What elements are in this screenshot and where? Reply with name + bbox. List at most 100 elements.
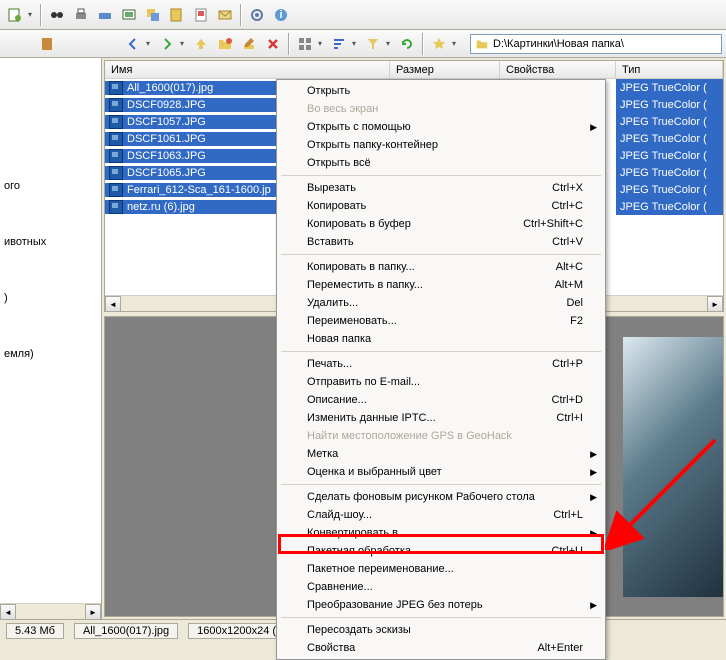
file-type: JPEG TrueColor ( xyxy=(616,164,723,181)
menu-separator xyxy=(281,254,601,255)
menu-item[interactable]: Сделать фоновым рисунком Рабочего стола▶ xyxy=(279,488,603,506)
menu-item-label: Метка xyxy=(307,448,583,460)
jpeg-file-icon xyxy=(109,149,123,163)
menu-item-shortcut: Ctrl+L xyxy=(553,509,583,521)
col-name[interactable]: Имя xyxy=(105,61,390,78)
menu-item[interactable]: Конвертировать в▶ xyxy=(279,524,603,542)
batch-icon[interactable] xyxy=(142,4,164,26)
tree-item[interactable]: емля) xyxy=(0,346,101,362)
menu-item[interactable]: Переименовать...F2 xyxy=(279,312,603,330)
menu-item-label: Изменить данные IPTC... xyxy=(307,412,556,424)
menu-item-label: Пакетная обработка... xyxy=(307,545,552,557)
file-name: netz.ru (6).jpg xyxy=(127,201,195,213)
tree-item[interactable]: ивотных xyxy=(0,234,101,250)
menu-item[interactable]: Изменить данные IPTC...Ctrl+I xyxy=(279,409,603,427)
menu-item[interactable]: Отправить по E-mail... xyxy=(279,373,603,391)
menu-item-shortcut: Alt+C xyxy=(556,261,583,273)
menu-item[interactable]: Печать...Ctrl+P xyxy=(279,355,603,373)
menu-item[interactable]: Метка▶ xyxy=(279,445,603,463)
menu-item[interactable]: СвойстваAlt+Enter xyxy=(279,639,603,657)
col-type[interactable]: Тип xyxy=(616,61,723,78)
tree-item[interactable]: ) xyxy=(0,290,101,306)
menu-item-label: Слайд-шоу... xyxy=(307,509,553,521)
convert-icon[interactable] xyxy=(166,4,188,26)
refresh-icon[interactable] xyxy=(396,33,418,55)
menu-item: Найти местоположение GPS в GeoHack xyxy=(279,427,603,445)
print-icon[interactable] xyxy=(70,4,92,26)
menu-item-shortcut: F2 xyxy=(570,315,583,327)
menu-item[interactable]: Копировать в папку...Alt+C xyxy=(279,258,603,276)
menu-separator xyxy=(281,351,601,352)
menu-item-label: Преобразование JPEG без потерь xyxy=(307,599,583,611)
book-icon[interactable] xyxy=(36,33,58,55)
sort-icon[interactable] xyxy=(328,33,350,55)
menu-item[interactable]: ВставитьCtrl+V xyxy=(279,233,603,251)
delete-icon[interactable] xyxy=(262,33,284,55)
email-icon[interactable] xyxy=(214,4,236,26)
rename-icon[interactable] xyxy=(238,33,260,55)
tree-scrollbar[interactable]: ◄► xyxy=(0,603,101,619)
col-props[interactable]: Свойства xyxy=(500,61,616,78)
menu-item[interactable]: Пересоздать эскизы xyxy=(279,621,603,639)
settings-icon[interactable] xyxy=(246,4,268,26)
file-type: JPEG TrueColor ( xyxy=(616,96,723,113)
tree-panel: ого ивотных) емля) ◄► xyxy=(0,58,102,619)
menu-item-label: Новая папка xyxy=(307,333,583,345)
menu-item[interactable]: Открыть с помощью▶ xyxy=(279,118,603,136)
menu-item[interactable]: Открыть xyxy=(279,82,603,100)
file-type: JPEG TrueColor ( xyxy=(616,181,723,198)
file-type: JPEG TrueColor ( xyxy=(616,147,723,164)
menu-item[interactable]: ВырезатьCtrl+X xyxy=(279,179,603,197)
scanner-icon[interactable] xyxy=(94,4,116,26)
menu-item-label: Открыть всё xyxy=(307,157,583,169)
main-toolbar: ▾ i xyxy=(0,0,726,30)
menu-item-label: Печать... xyxy=(307,358,552,370)
file-name: All_1600(017).jpg xyxy=(127,82,213,94)
menu-item: Во весь экран xyxy=(279,100,603,118)
menu-item[interactable]: Удалить...Del xyxy=(279,294,603,312)
favorite-icon[interactable] xyxy=(428,33,450,55)
menu-item[interactable]: Открыть всё xyxy=(279,154,603,172)
view-grid-icon[interactable] xyxy=(294,33,316,55)
menu-item[interactable]: Описание...Ctrl+D xyxy=(279,391,603,409)
menu-item-label: Сравнение... xyxy=(307,581,583,593)
jpeg-file-icon xyxy=(109,115,123,129)
binoculars-icon[interactable] xyxy=(46,4,68,26)
menu-item[interactable]: Пакетное переименование... xyxy=(279,560,603,578)
menu-item-label: Описание... xyxy=(307,394,552,406)
jpeg-icon[interactable] xyxy=(190,4,212,26)
menu-item[interactable]: Преобразование JPEG без потерь▶ xyxy=(279,596,603,614)
jpeg-file-icon xyxy=(109,81,123,95)
menu-item-label: Вставить xyxy=(307,236,552,248)
address-input[interactable]: D:\Картинки\Новая папка\ xyxy=(470,34,722,54)
menu-item[interactable]: Новая папка xyxy=(279,330,603,348)
submenu-arrow-icon: ▶ xyxy=(590,467,597,478)
menu-item[interactable]: Переместить в папку...Alt+M xyxy=(279,276,603,294)
menu-item-shortcut: Ctrl+I xyxy=(556,412,583,424)
menu-item-label: Оценка и выбранный цвет xyxy=(307,466,583,478)
menu-item[interactable]: Слайд-шоу...Ctrl+L xyxy=(279,506,603,524)
up-icon[interactable] xyxy=(190,33,212,55)
tree-item[interactable]: ого xyxy=(0,178,101,194)
col-size[interactable]: Размер xyxy=(390,61,500,78)
slideshow-icon[interactable] xyxy=(118,4,140,26)
menu-item[interactable]: Открыть папку-контейнер xyxy=(279,136,603,154)
menu-item[interactable]: Копировать в буферCtrl+Shift+C xyxy=(279,215,603,233)
menu-item-shortcut: Ctrl+D xyxy=(552,394,583,406)
filter-icon[interactable] xyxy=(362,33,384,55)
submenu-arrow-icon: ▶ xyxy=(590,492,597,503)
forward-icon[interactable] xyxy=(156,33,178,55)
back-icon[interactable] xyxy=(122,33,144,55)
file-name: DSCF1057.JPG xyxy=(127,116,206,128)
file-name: DSCF1061.JPG xyxy=(127,133,206,145)
new-folder-icon[interactable] xyxy=(214,33,236,55)
menu-item[interactable]: КопироватьCtrl+C xyxy=(279,197,603,215)
new-icon[interactable] xyxy=(4,4,26,26)
menu-item[interactable]: Сравнение... xyxy=(279,578,603,596)
menu-item-label: Копировать xyxy=(307,200,552,212)
menu-item[interactable]: Оценка и выбранный цвет ▶ xyxy=(279,463,603,481)
menu-item[interactable]: Пакетная обработка...Ctrl+U xyxy=(279,542,603,560)
menu-item-shortcut: Ctrl+X xyxy=(552,182,583,194)
help-icon[interactable]: i xyxy=(270,4,292,26)
status-size: 5.43 Мб xyxy=(6,623,64,639)
